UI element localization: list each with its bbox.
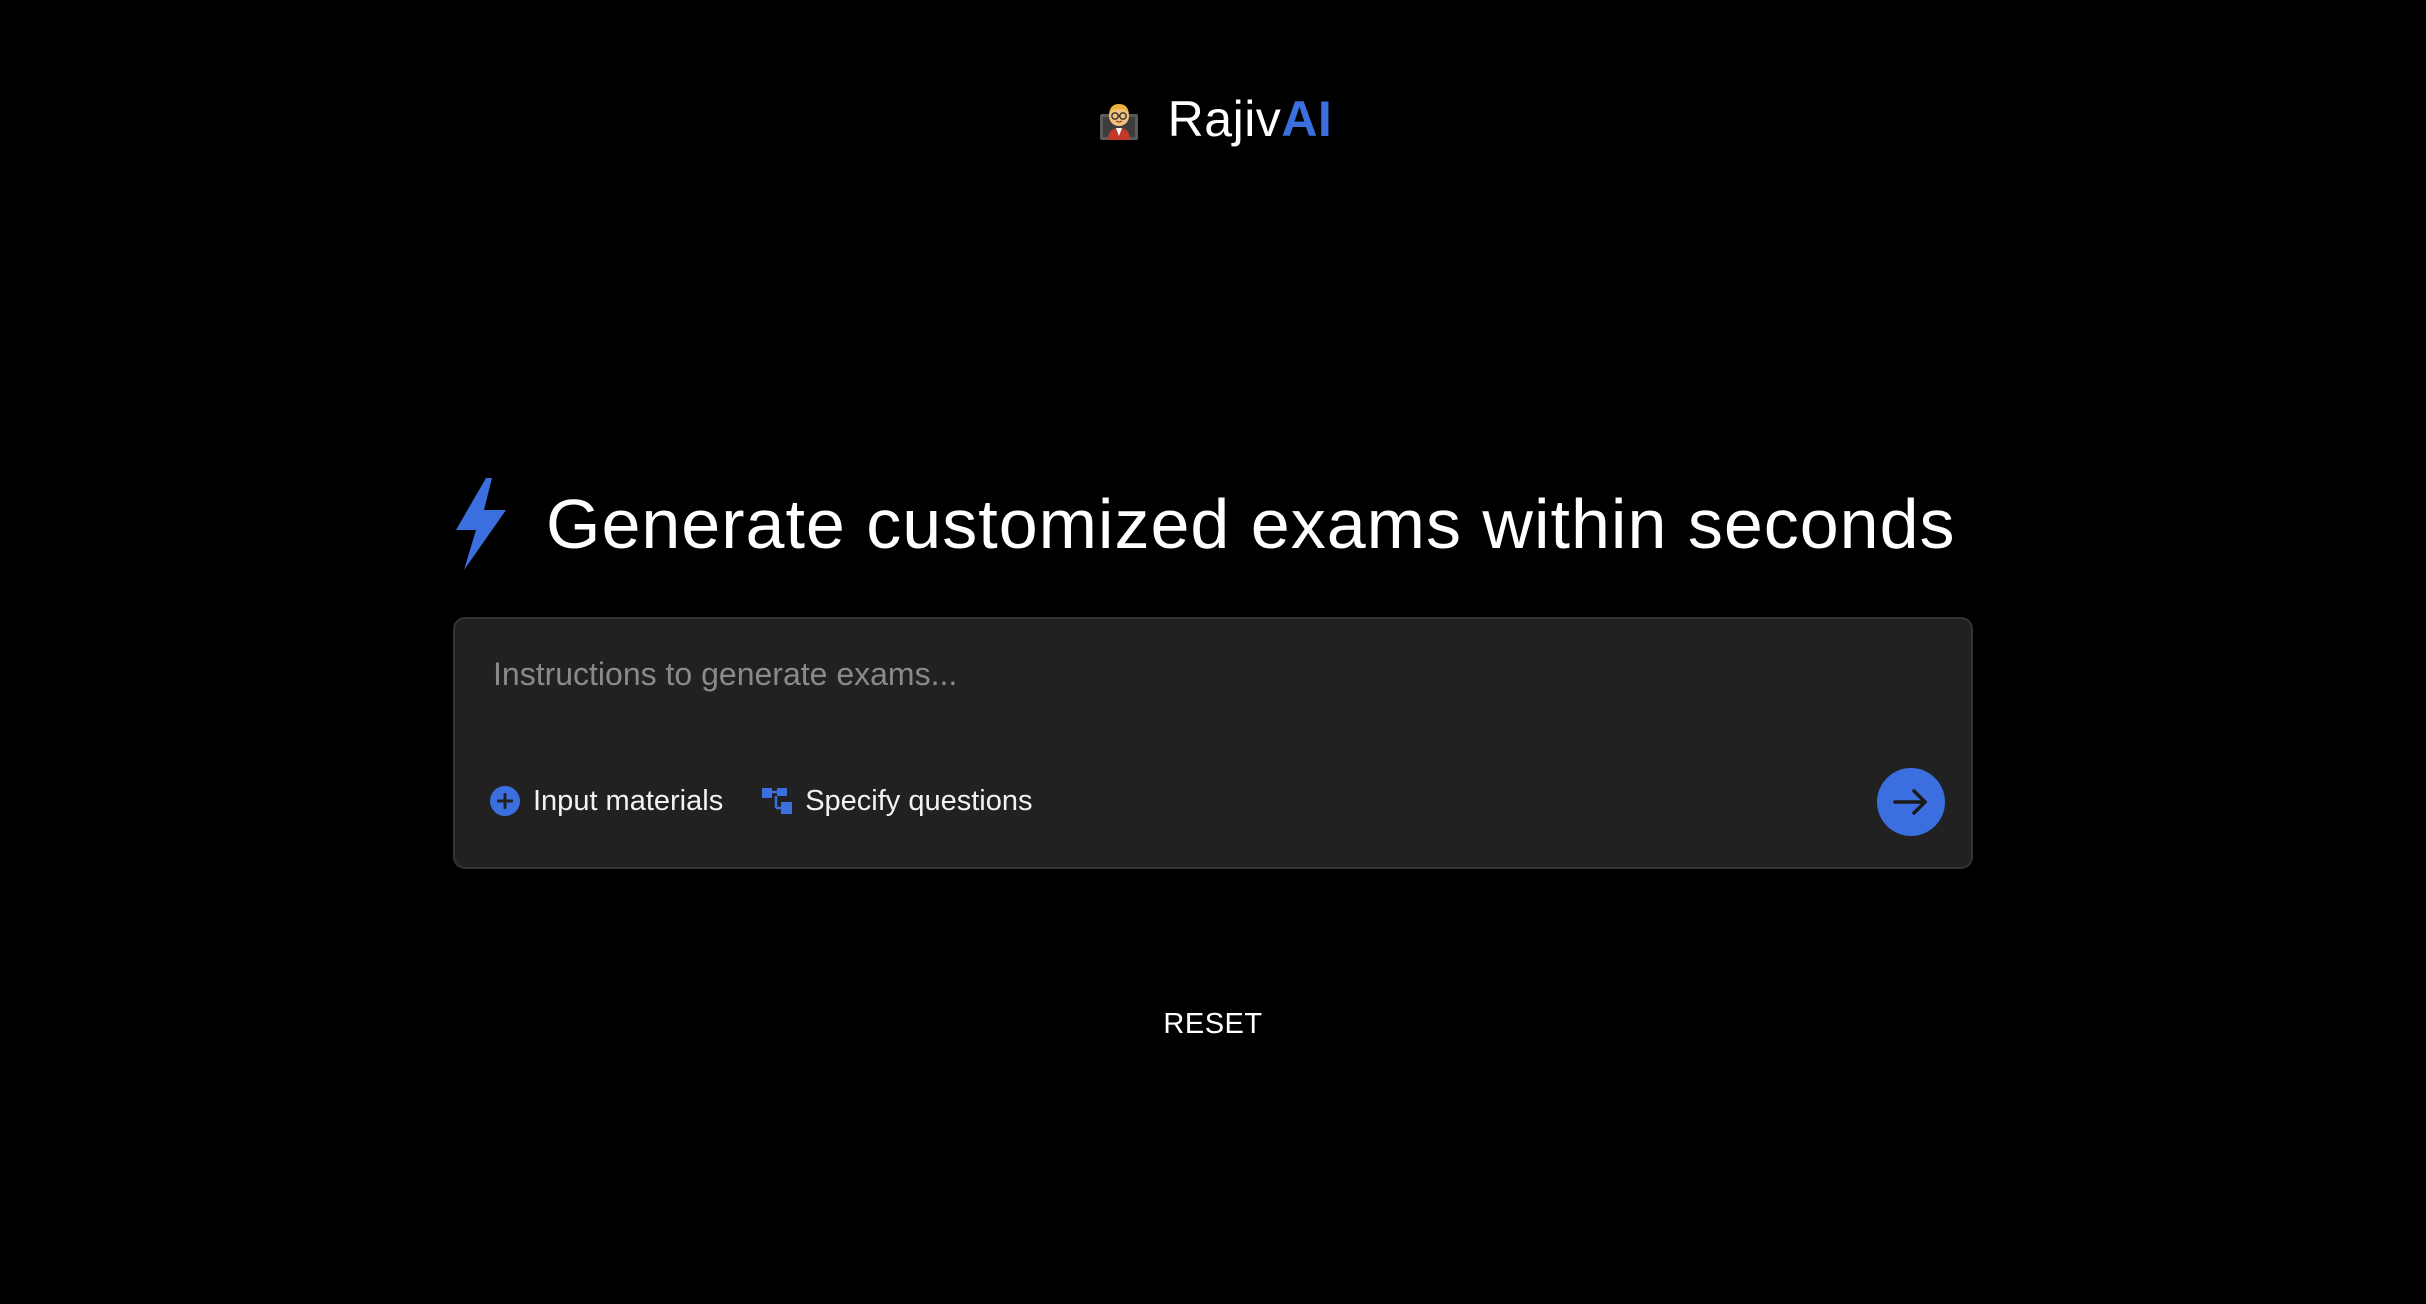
reset-container: RESET (0, 1004, 2426, 1044)
brand-name-suffix: AI (1281, 91, 1333, 147)
specify-questions-button[interactable]: Specify questions (761, 781, 1033, 821)
brand-name: Rajiv AI (1168, 88, 1333, 150)
instructions-input[interactable] (491, 649, 1931, 699)
lightning-bolt-icon (456, 478, 506, 570)
prompt-actions: Input materials Specify questions (489, 781, 1033, 821)
submit-button[interactable] (1877, 768, 1945, 836)
plus-circle-icon (490, 786, 520, 816)
brand-name-prefix: Rajiv (1167, 91, 1282, 147)
teacher-emoji-icon (1099, 104, 1138, 140)
page-title: Generate customized exams within seconds (546, 485, 1956, 563)
brand-header: Rajiv AI (0, 88, 2426, 150)
page: Rajiv AI Generate customized exams within… (0, 0, 2426, 1304)
specify-questions-label: Specify questions (805, 785, 1033, 817)
prompt-box: Input materials Specify questions (453, 617, 1973, 869)
headline: Generate customized exams within seconds (452, 476, 1974, 572)
reset-button[interactable]: RESET (1163, 1008, 1262, 1040)
arrow-right-icon (1893, 789, 1927, 815)
input-materials-label: Input materials (533, 785, 724, 817)
tree-structure-icon (762, 788, 793, 814)
input-materials-button[interactable]: Input materials (489, 781, 723, 821)
